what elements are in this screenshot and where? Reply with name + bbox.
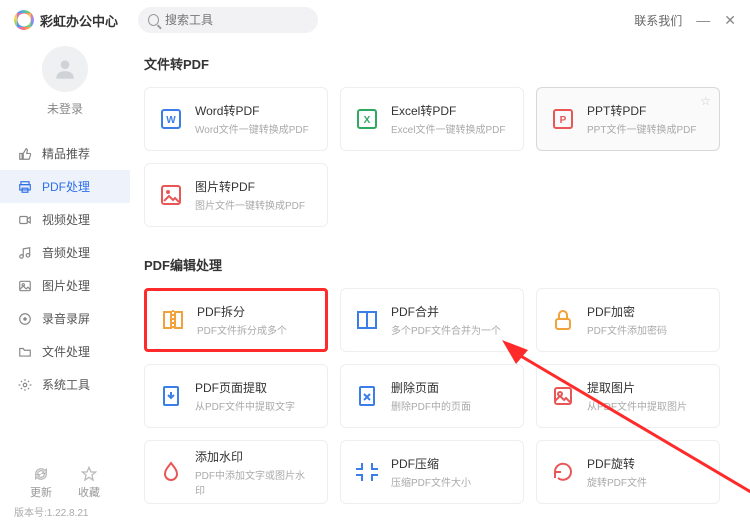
card-pdf-extract-image[interactable]: 提取图片从PDF文件中提取图片: [536, 364, 720, 428]
image-icon: [18, 279, 32, 293]
nav-item-audio[interactable]: 音频处理: [0, 236, 130, 269]
close-button[interactable]: ✕: [724, 12, 736, 29]
nav-item-system[interactable]: 系统工具: [0, 368, 130, 401]
folder-icon: [18, 345, 32, 359]
extract-page-icon: [159, 384, 183, 408]
app-logo: 彩虹办公中心: [14, 10, 118, 30]
grid-convert: W Word转PDFWord文件一键转换成PDF X Excel转PDFExce…: [144, 87, 730, 227]
lock-icon: [551, 308, 575, 332]
card-image-to-pdf[interactable]: 图片转PDF图片文件一键转换成PDF: [144, 163, 328, 227]
video-icon: [18, 213, 32, 227]
card-excel-to-pdf[interactable]: X Excel转PDFExcel文件一键转换成PDF: [340, 87, 524, 151]
word-icon: W: [159, 107, 183, 131]
nav-item-video[interactable]: 视频处理: [0, 203, 130, 236]
star-icon: [81, 466, 97, 482]
app-title: 彩虹办公中心: [40, 11, 118, 30]
content-area: 文件转PDF W Word转PDFWord文件一键转换成PDF X Excel转…: [130, 40, 750, 527]
minimize-button[interactable]: —: [696, 12, 710, 28]
card-ppt-to-pdf[interactable]: ☆ P PPT转PDFPPT文件一键转换成PDF: [536, 87, 720, 151]
search-input[interactable]: [165, 13, 308, 27]
update-icon: [33, 466, 49, 482]
nav-item-file[interactable]: 文件处理: [0, 335, 130, 368]
image-file-icon: [159, 183, 183, 207]
card-pdf-extract-page[interactable]: PDF页面提取从PDF文件中提取文字: [144, 364, 328, 428]
sidebar: 未登录 精品推荐 PDF处理 视频处理 音频处理 图片处理 录音录屏 文件处理 …: [0, 40, 130, 527]
login-status: 未登录: [47, 100, 83, 117]
nav-list: 精品推荐 PDF处理 视频处理 音频处理 图片处理 录音录屏 文件处理 系统工具: [0, 137, 130, 401]
version-label: 版本号:1.22.8.21: [0, 504, 130, 527]
card-pdf-rotate[interactable]: PDF旋转旋转PDF文件: [536, 440, 720, 504]
excel-icon: X: [355, 107, 379, 131]
card-pdf-split[interactable]: PDF拆分PDF文件拆分成多个: [144, 288, 328, 352]
nav-item-pdf[interactable]: PDF处理: [0, 170, 130, 203]
grid-edit: PDF拆分PDF文件拆分成多个 PDF合并多个PDF文件合并为一个 PDF加密P…: [144, 288, 730, 504]
svg-text:W: W: [166, 115, 176, 126]
record-icon: [18, 312, 32, 326]
update-button[interactable]: 更新: [30, 466, 52, 500]
split-icon: [161, 308, 185, 332]
rainbow-icon: [14, 10, 34, 30]
section-title-convert: 文件转PDF: [144, 54, 730, 73]
search-box[interactable]: [138, 7, 318, 33]
thumbs-up-icon: [18, 147, 32, 161]
avatar-icon: [42, 46, 88, 92]
ppt-icon: P: [551, 107, 575, 131]
favorite-star-icon[interactable]: ☆: [700, 94, 711, 108]
svg-text:P: P: [560, 115, 567, 126]
contact-link[interactable]: 联系我们: [634, 12, 682, 29]
card-pdf-compress[interactable]: PDF压缩压缩PDF文件大小: [340, 440, 524, 504]
rotate-icon: [551, 460, 575, 484]
nav-item-record[interactable]: 录音录屏: [0, 302, 130, 335]
card-pdf-delete-page[interactable]: 删除页面删除PDF中的页面: [340, 364, 524, 428]
card-pdf-encrypt[interactable]: PDF加密PDF文件添加密码: [536, 288, 720, 352]
card-word-to-pdf[interactable]: W Word转PDFWord文件一键转换成PDF: [144, 87, 328, 151]
nav-item-image[interactable]: 图片处理: [0, 269, 130, 302]
favorite-button[interactable]: 收藏: [78, 466, 100, 500]
titlebar: 彩虹办公中心 联系我们 — ✕: [0, 0, 750, 40]
merge-icon: [355, 308, 379, 332]
section-title-edit: PDF编辑处理: [144, 255, 730, 274]
search-icon: [148, 14, 159, 26]
card-pdf-watermark[interactable]: 添加水印PDF中添加文字或图片水印: [144, 440, 328, 504]
svg-text:X: X: [364, 115, 371, 126]
card-pdf-merge[interactable]: PDF合并多个PDF文件合并为一个: [340, 288, 524, 352]
printer-icon: [18, 180, 32, 194]
watermark-icon: [159, 460, 183, 484]
nav-item-recommend[interactable]: 精品推荐: [0, 137, 130, 170]
music-icon: [18, 246, 32, 260]
profile-area[interactable]: 未登录: [0, 46, 130, 117]
compress-icon: [355, 460, 379, 484]
gear-icon: [18, 378, 32, 392]
delete-page-icon: [355, 384, 379, 408]
extract-image-icon: [551, 384, 575, 408]
